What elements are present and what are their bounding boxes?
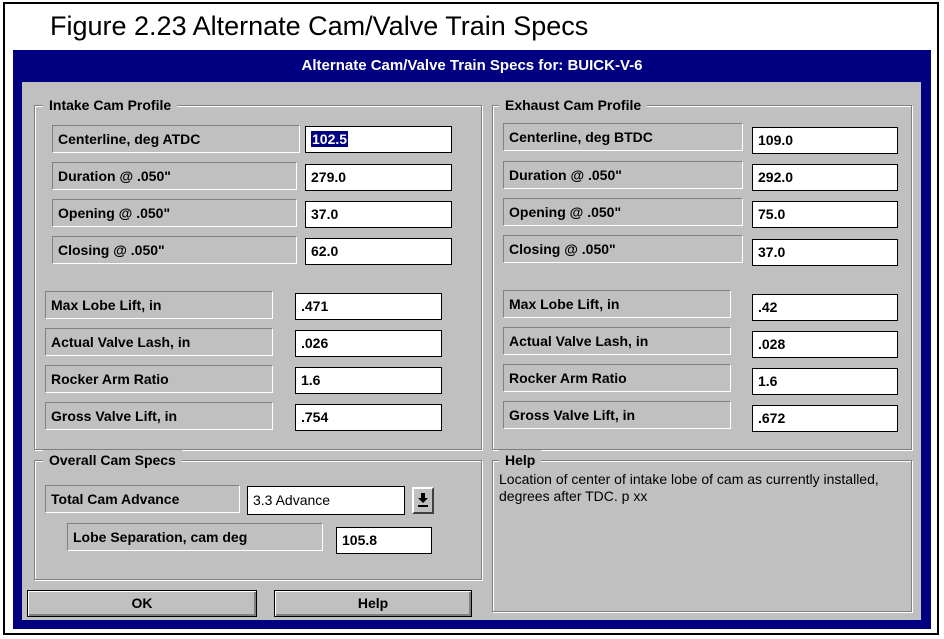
exhaust-centerline-input[interactable]: 109.0 <box>752 127 898 154</box>
intake-max-lobe-lift-label: Max Lobe Lift, in <box>45 291 273 319</box>
help-text: Location of center of intake lobe of cam… <box>499 471 879 504</box>
exhaust-opening-input[interactable]: 75.0 <box>752 201 898 228</box>
intake-gross-lift-label: Gross Valve Lift, in <box>45 402 273 430</box>
intake-valve-lash-input[interactable]: .026 <box>295 330 442 357</box>
exhaust-rocker-ratio-label: Rocker Arm Ratio <box>503 364 731 392</box>
help-group: Help Location of center of intake lobe o… <box>492 450 912 612</box>
intake-cam-profile-group: Intake Cam Profile Centerline, deg ATDC … <box>34 95 482 450</box>
lobe-separation-input[interactable]: 105.8 <box>336 527 432 554</box>
intake-opening-input[interactable]: 37.0 <box>305 201 452 228</box>
exhaust-cam-profile-group: Exhaust Cam Profile Centerline, deg BTDC… <box>492 95 912 450</box>
exhaust-centerline-label: Centerline, deg BTDC <box>503 123 743 151</box>
exhaust-max-lobe-lift-label: Max Lobe Lift, in <box>503 290 731 318</box>
intake-centerline-label: Centerline, deg ATDC <box>52 125 300 153</box>
exhaust-gross-lift-label: Gross Valve Lift, in <box>503 401 731 429</box>
intake-opening-label: Opening @ .050" <box>52 199 297 227</box>
total-cam-advance-select[interactable]: 3.3 Advance <box>247 486 405 515</box>
figure-title: Figure 2.23 Alternate Cam/Valve Train Sp… <box>50 11 589 41</box>
total-cam-advance-label: Total Cam Advance <box>45 485 240 513</box>
overall-cam-specs-group: Overall Cam Specs Total Cam Advance 3.3 … <box>34 450 482 580</box>
intake-gross-lift-input[interactable]: .754 <box>295 404 442 431</box>
exhaust-group-title: Exhaust Cam Profile <box>499 95 648 115</box>
exhaust-duration-input[interactable]: 292.0 <box>752 164 898 191</box>
intake-duration-input[interactable]: 279.0 <box>305 164 452 191</box>
dialog-window: Alternate Cam/Valve Train Specs for: BUI… <box>13 50 931 629</box>
exhaust-rocker-ratio-input[interactable]: 1.6 <box>752 368 898 395</box>
cam-advance-dropdown-button[interactable] <box>412 487 434 514</box>
intake-group-title: Intake Cam Profile <box>43 95 178 115</box>
help-button[interactable]: Help <box>274 590 472 617</box>
exhaust-valve-lash-label: Actual Valve Lash, in <box>503 327 731 355</box>
exhaust-valve-lash-input[interactable]: .028 <box>752 331 898 358</box>
exhaust-duration-label: Duration @ .050" <box>503 161 743 189</box>
exhaust-closing-label: Closing @ .050" <box>503 235 743 263</box>
exhaust-opening-label: Opening @ .050" <box>503 198 743 226</box>
overall-group-title: Overall Cam Specs <box>43 450 182 470</box>
intake-max-lobe-lift-input[interactable]: .471 <box>295 293 442 320</box>
dialog-title: Alternate Cam/Valve Train Specs for: BUI… <box>301 57 643 74</box>
intake-duration-label: Duration @ .050" <box>52 162 297 190</box>
intake-centerline-input[interactable]: 102.5 <box>305 126 452 153</box>
intake-rocker-ratio-input[interactable]: 1.6 <box>295 367 442 394</box>
exhaust-max-lobe-lift-input[interactable]: .42 <box>752 294 898 321</box>
intake-closing-input[interactable]: 62.0 <box>305 238 452 265</box>
intake-centerline-value: 102.5 <box>311 131 349 147</box>
dialog-client-area: Intake Cam Profile Centerline, deg ATDC … <box>22 82 921 620</box>
exhaust-closing-input[interactable]: 37.0 <box>752 239 898 266</box>
exhaust-gross-lift-input[interactable]: .672 <box>752 405 898 432</box>
intake-closing-label: Closing @ .050" <box>52 236 297 264</box>
dropdown-arrow-icon <box>418 493 428 507</box>
lobe-separation-label: Lobe Separation, cam deg <box>67 523 323 551</box>
help-group-title: Help <box>499 450 542 470</box>
ok-button[interactable]: OK <box>27 590 257 617</box>
intake-rocker-ratio-label: Rocker Arm Ratio <box>45 365 273 393</box>
intake-valve-lash-label: Actual Valve Lash, in <box>45 328 273 356</box>
